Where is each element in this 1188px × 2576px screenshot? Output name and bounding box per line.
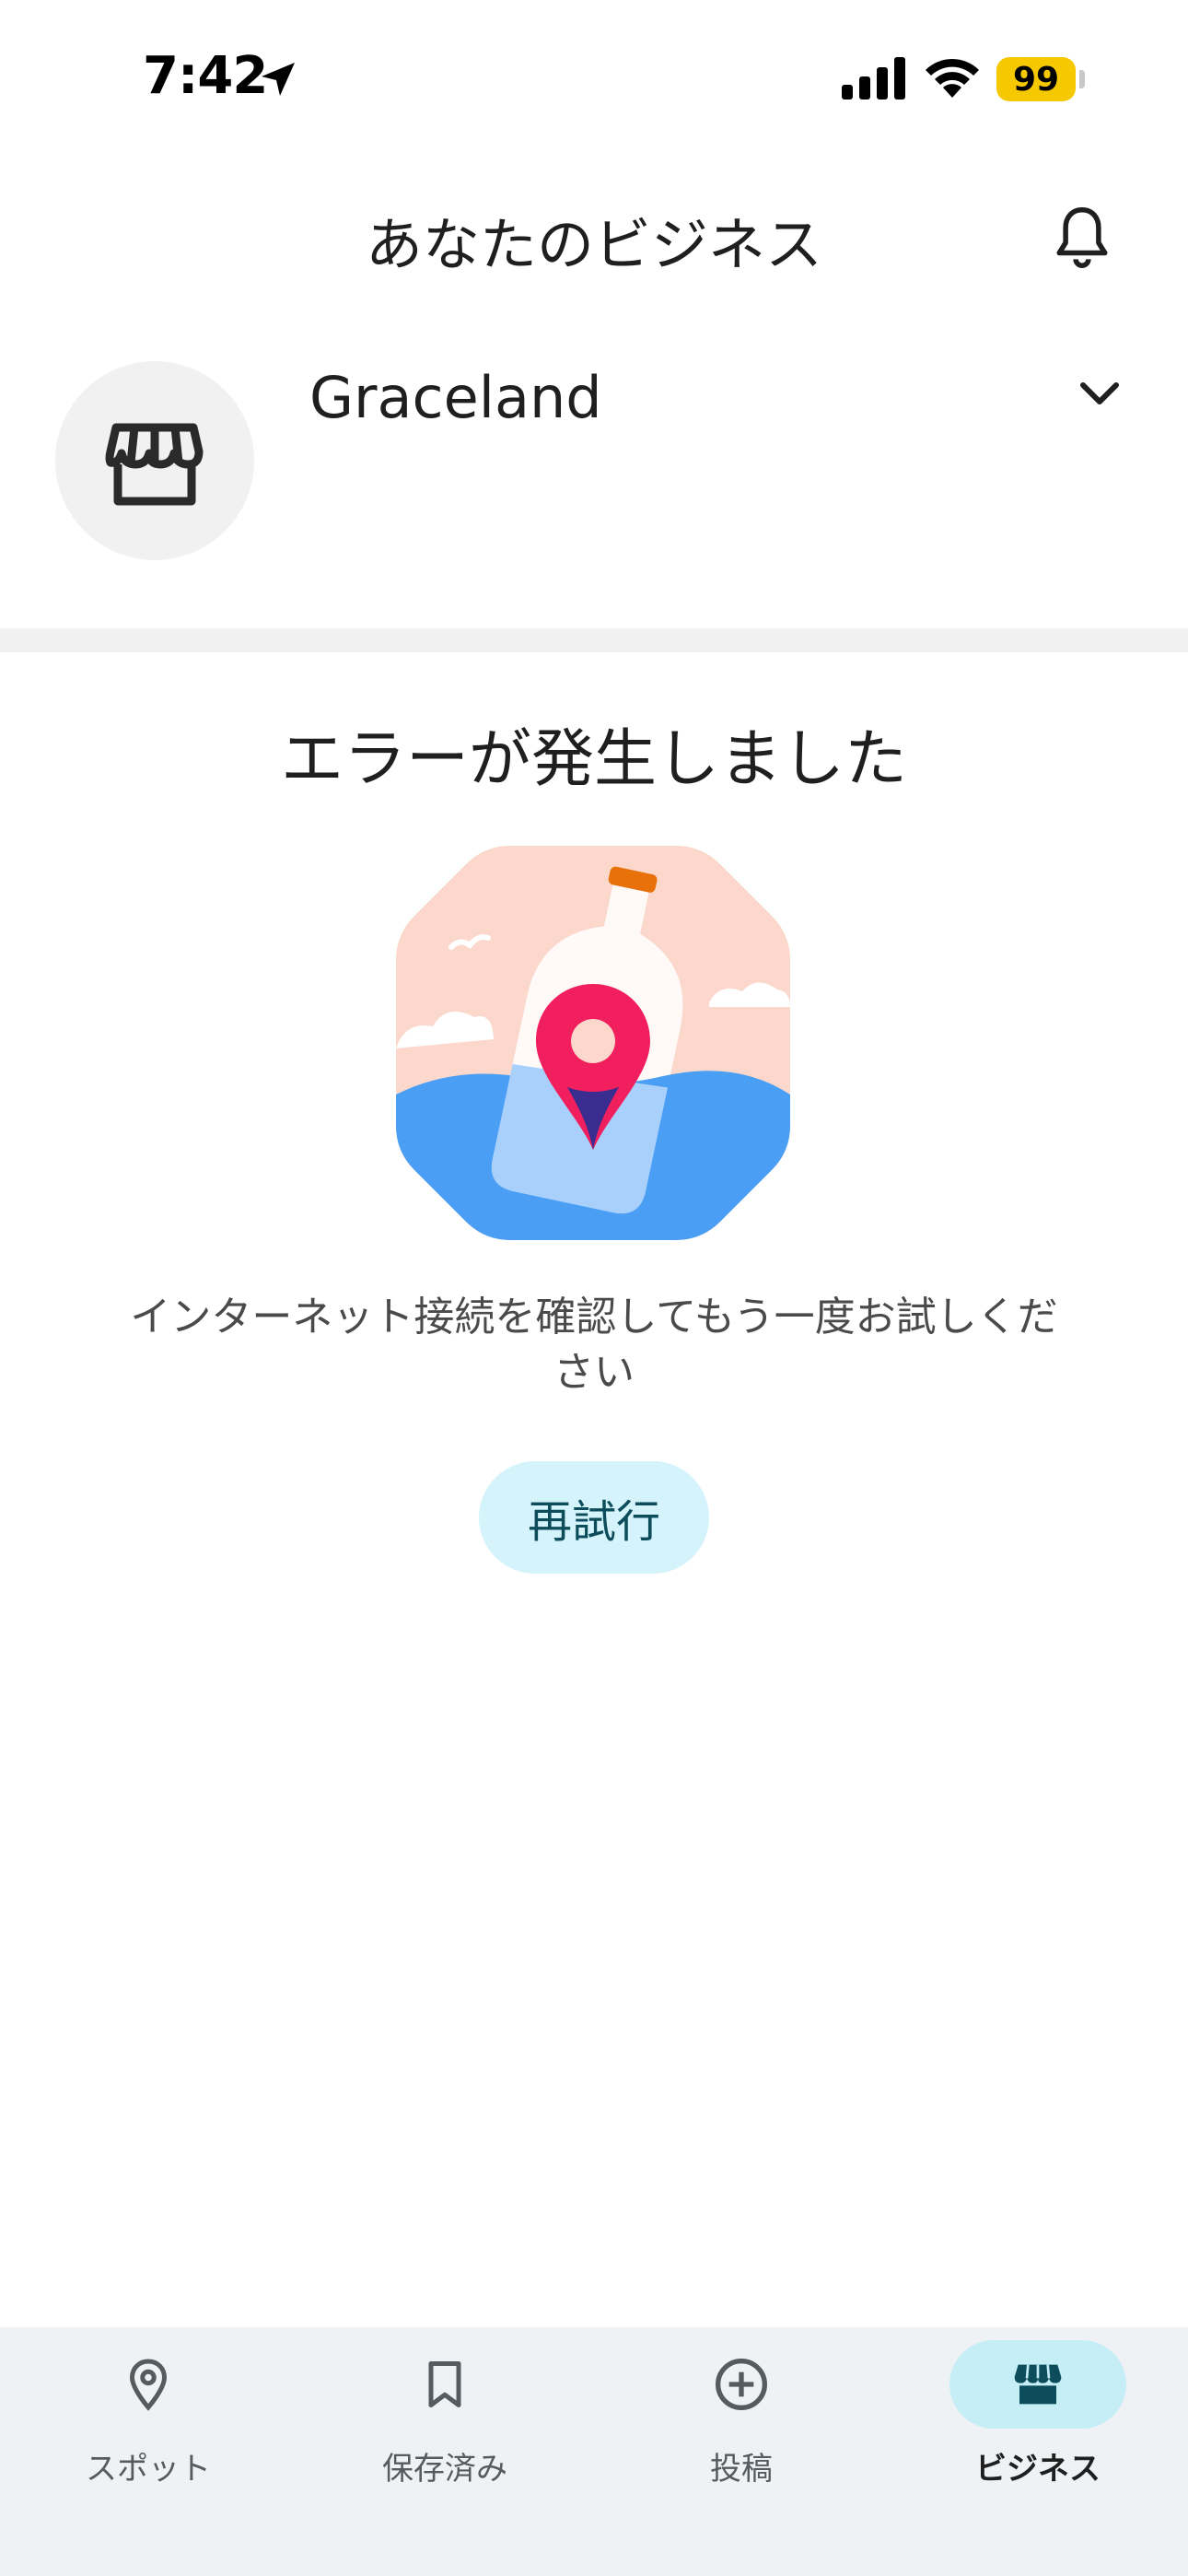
error-title: エラーが発生しました [280,723,907,796]
status-time: 7:42 [143,46,268,106]
add-circle-icon [716,2359,767,2410]
bottom-nav: スポット 保存済み 投稿 ビジネス [0,2327,1188,2576]
bottle-illustration-icon [396,846,790,1240]
nav-item-post[interactable]: 投稿 [593,2327,890,2530]
cellular-signal-icon [842,57,905,100]
pin-icon [129,2359,168,2411]
business-name[interactable]: Graceland [309,364,602,431]
nav-label-post: 投稿 [710,2451,773,2488]
status-bar: 7:42 99 [0,0,1188,157]
storefront-icon [1014,2364,1062,2405]
notification-bell-icon[interactable] [1052,205,1112,271]
error-message: インターネット接続を確認してもう一度お試しください [130,1294,1058,1396]
retry-button[interactable]: 再試行 [479,1461,709,1574]
location-arrow-icon [262,63,295,96]
nav-icon-container-active [949,2340,1126,2429]
nav-label-business: ビジネス [975,2451,1101,2488]
nav-label-saved: 保存済み [382,2451,507,2488]
battery-indicator: 99 [996,57,1076,101]
section-divider [0,628,1188,652]
nav-icon-container [653,2340,830,2429]
nav-item-spots[interactable]: スポット [0,2327,297,2530]
nav-icon-container [60,2340,237,2429]
page-title: あなたのビジネス [365,211,822,278]
nav-icon-container [356,2340,533,2429]
battery-tip [1079,70,1085,88]
bookmark-icon [428,2361,461,2407]
wifi-icon [926,58,979,98]
chevron-down-icon[interactable] [1076,376,1124,413]
storefront-icon [105,423,204,506]
nav-label-spots: スポット [86,2451,211,2488]
nav-item-business[interactable]: ビジネス [890,2327,1186,2530]
nav-item-saved[interactable]: 保存済み [297,2327,593,2530]
